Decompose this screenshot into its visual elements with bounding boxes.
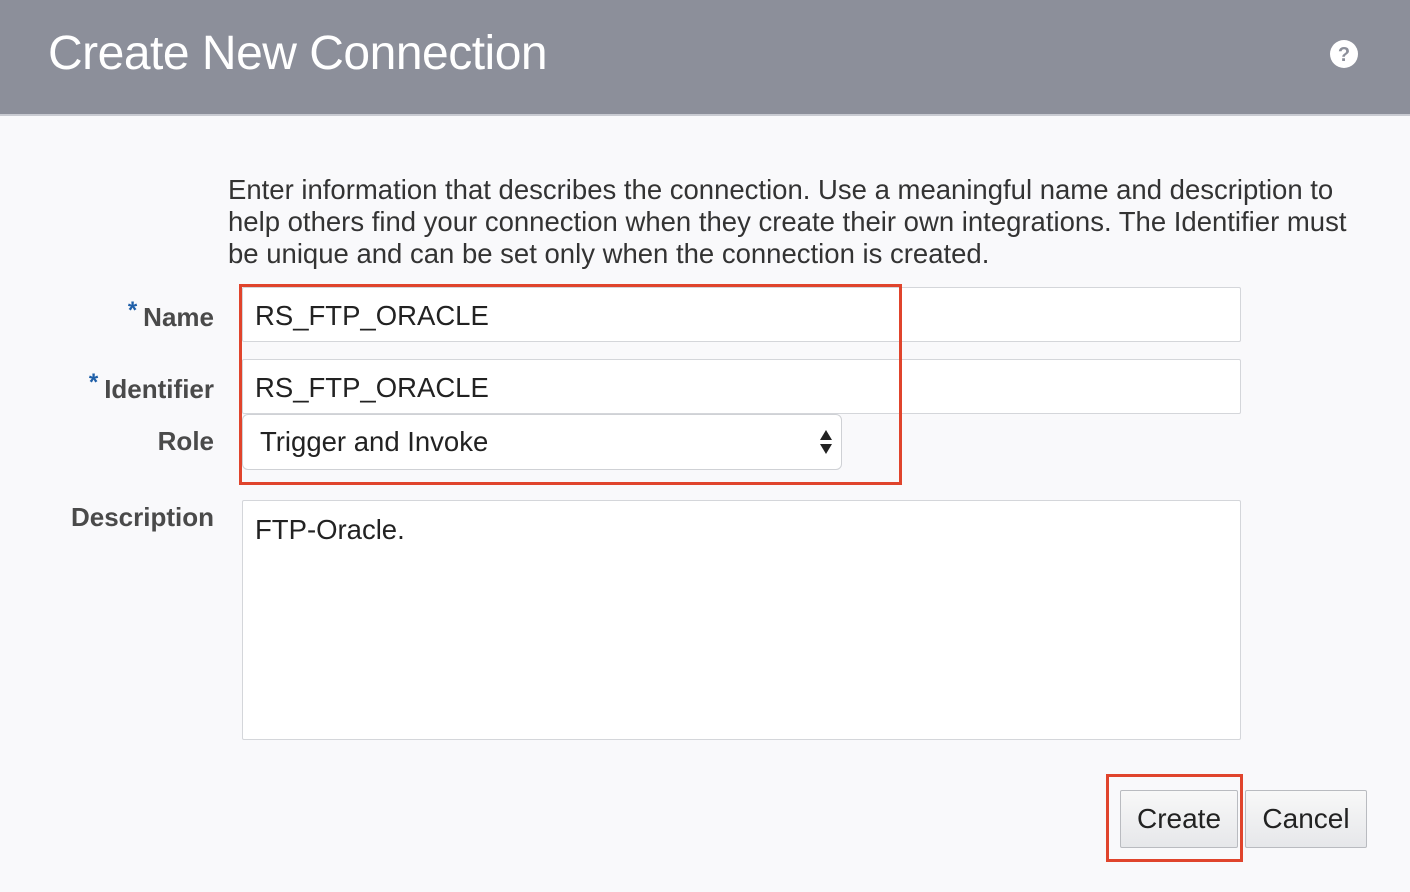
- role-select[interactable]: Trigger and Invoke: [242, 414, 842, 470]
- name-label-text: Name: [143, 302, 214, 332]
- description-label: Description: [70, 502, 214, 532]
- required-marker: *: [127, 297, 138, 324]
- identifier-label-text: Identifier: [104, 374, 214, 404]
- name-input[interactable]: RS_FTP_ORACLE: [242, 287, 1241, 342]
- cancel-button[interactable]: Cancel: [1245, 790, 1367, 848]
- intro-text: Enter information that describes the con…: [228, 174, 1347, 269]
- create-button[interactable]: Create: [1120, 790, 1238, 848]
- help-circle-icon[interactable]: ?: [1329, 39, 1359, 69]
- create-connection-dialog: Create New Connection ? Enter informatio…: [0, 0, 1410, 892]
- role-selected-value: Trigger and Invoke: [260, 426, 489, 457]
- description-textarea[interactable]: FTP-Oracle.: [242, 500, 1241, 740]
- required-marker: *: [88, 369, 99, 396]
- svg-text:?: ?: [1338, 44, 1350, 66]
- identifier-input[interactable]: RS_FTP_ORACLE: [242, 359, 1241, 414]
- select-arrows-icon: [820, 430, 832, 454]
- dialog-header: Create New Connection ?: [0, 0, 1410, 116]
- role-label: Role: [157, 426, 214, 456]
- dialog-title: Create New Connection: [48, 27, 548, 80]
- identifier-label: * Identifier: [89, 369, 214, 405]
- name-label: * Name: [128, 297, 214, 333]
